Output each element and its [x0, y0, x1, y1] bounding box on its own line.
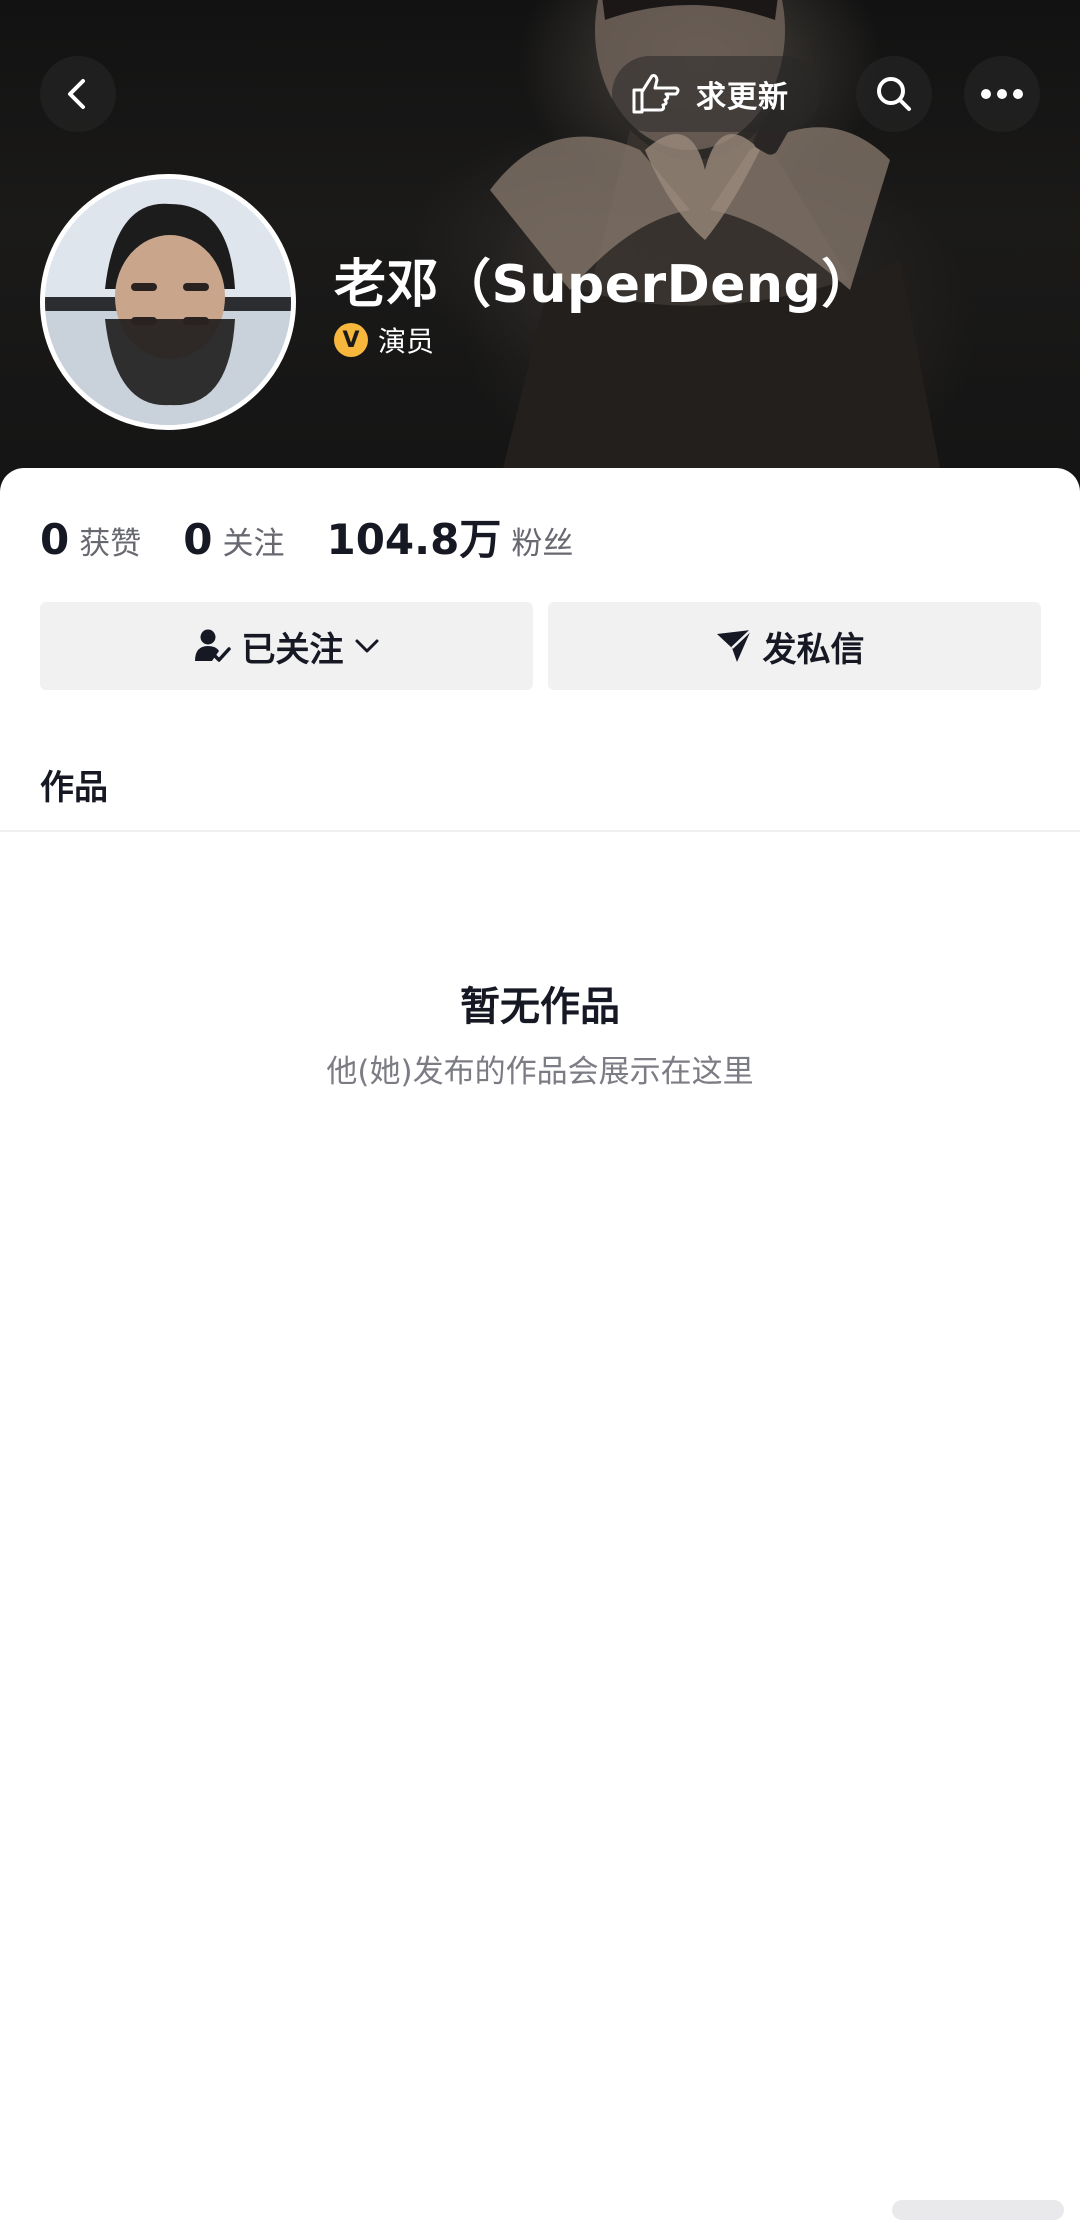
role-label: 演员	[378, 325, 435, 358]
followed-label: 已关注	[241, 629, 344, 670]
verified-v-icon: V	[334, 323, 368, 357]
role-tag: V 演员	[334, 320, 434, 360]
stat-following[interactable]: 0 关注	[183, 515, 284, 564]
request-update-button[interactable]: 求更新	[612, 56, 820, 132]
following-count: 0	[183, 515, 213, 564]
empty-state-title: 暂无作品	[460, 984, 620, 1030]
profile-name: 老邓（SuperDeng）	[334, 255, 874, 315]
stat-likes: 0 获赞	[40, 515, 141, 564]
chevron-down-icon	[355, 639, 378, 653]
stats-row: 0 获赞 0 关注 104.8万 粉丝	[40, 506, 615, 567]
request-update-label: 求更新	[696, 80, 789, 115]
avatar-photo	[45, 179, 291, 425]
likes-label: 获赞	[79, 526, 142, 562]
likes-count: 0	[40, 515, 70, 564]
profile-banner: 求更新 老邓（SuperDeng） V 演员	[0, 0, 1080, 500]
followers-label: 粉丝	[511, 526, 574, 562]
back-button[interactable]	[40, 56, 116, 132]
empty-state-subtitle: 他(她)发布的作品会展示在这里	[326, 1054, 754, 1090]
followers-count: 104.8万	[326, 515, 502, 564]
pointing-hand-icon	[632, 74, 680, 114]
avatar[interactable]	[40, 174, 296, 430]
watermark-logo	[892, 2200, 1064, 2220]
more-icon	[981, 89, 1023, 99]
followed-user-icon	[194, 629, 231, 662]
more-button[interactable]	[964, 56, 1040, 132]
following-label: 关注	[222, 526, 285, 562]
profile-content: 0 获赞 0 关注 104.8万 粉丝 已关注 发私信 作品 暂无作品 他(她)…	[0, 468, 1080, 2236]
send-icon	[716, 629, 752, 662]
back-icon	[68, 79, 85, 109]
message-label: 发私信	[762, 629, 865, 670]
followed-button[interactable]: 已关注	[40, 602, 533, 690]
stat-followers[interactable]: 104.8万 粉丝	[326, 506, 573, 567]
search-icon	[877, 77, 911, 111]
tab-works[interactable]: 作品	[40, 760, 108, 809]
search-button[interactable]	[856, 56, 932, 132]
message-button[interactable]: 发私信	[548, 602, 1041, 690]
tab-divider	[0, 830, 1080, 832]
